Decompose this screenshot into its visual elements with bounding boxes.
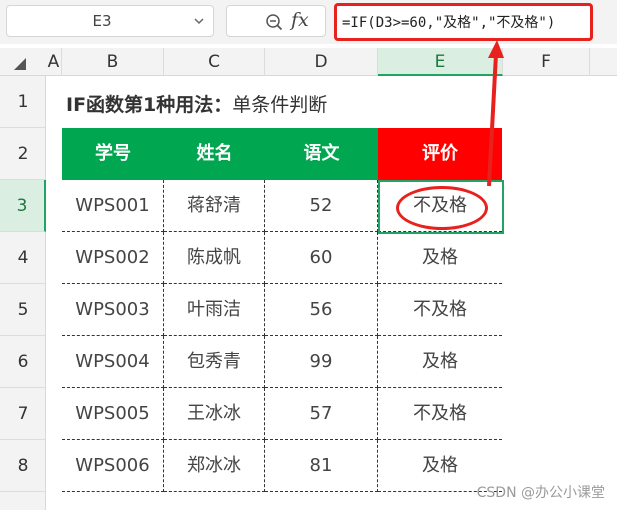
arrow-head: [488, 40, 504, 58]
annotation-arrow: [487, 40, 504, 187]
arrow-shaft: [487, 53, 498, 187]
watermark: CSDN @办公小课堂: [476, 485, 605, 501]
